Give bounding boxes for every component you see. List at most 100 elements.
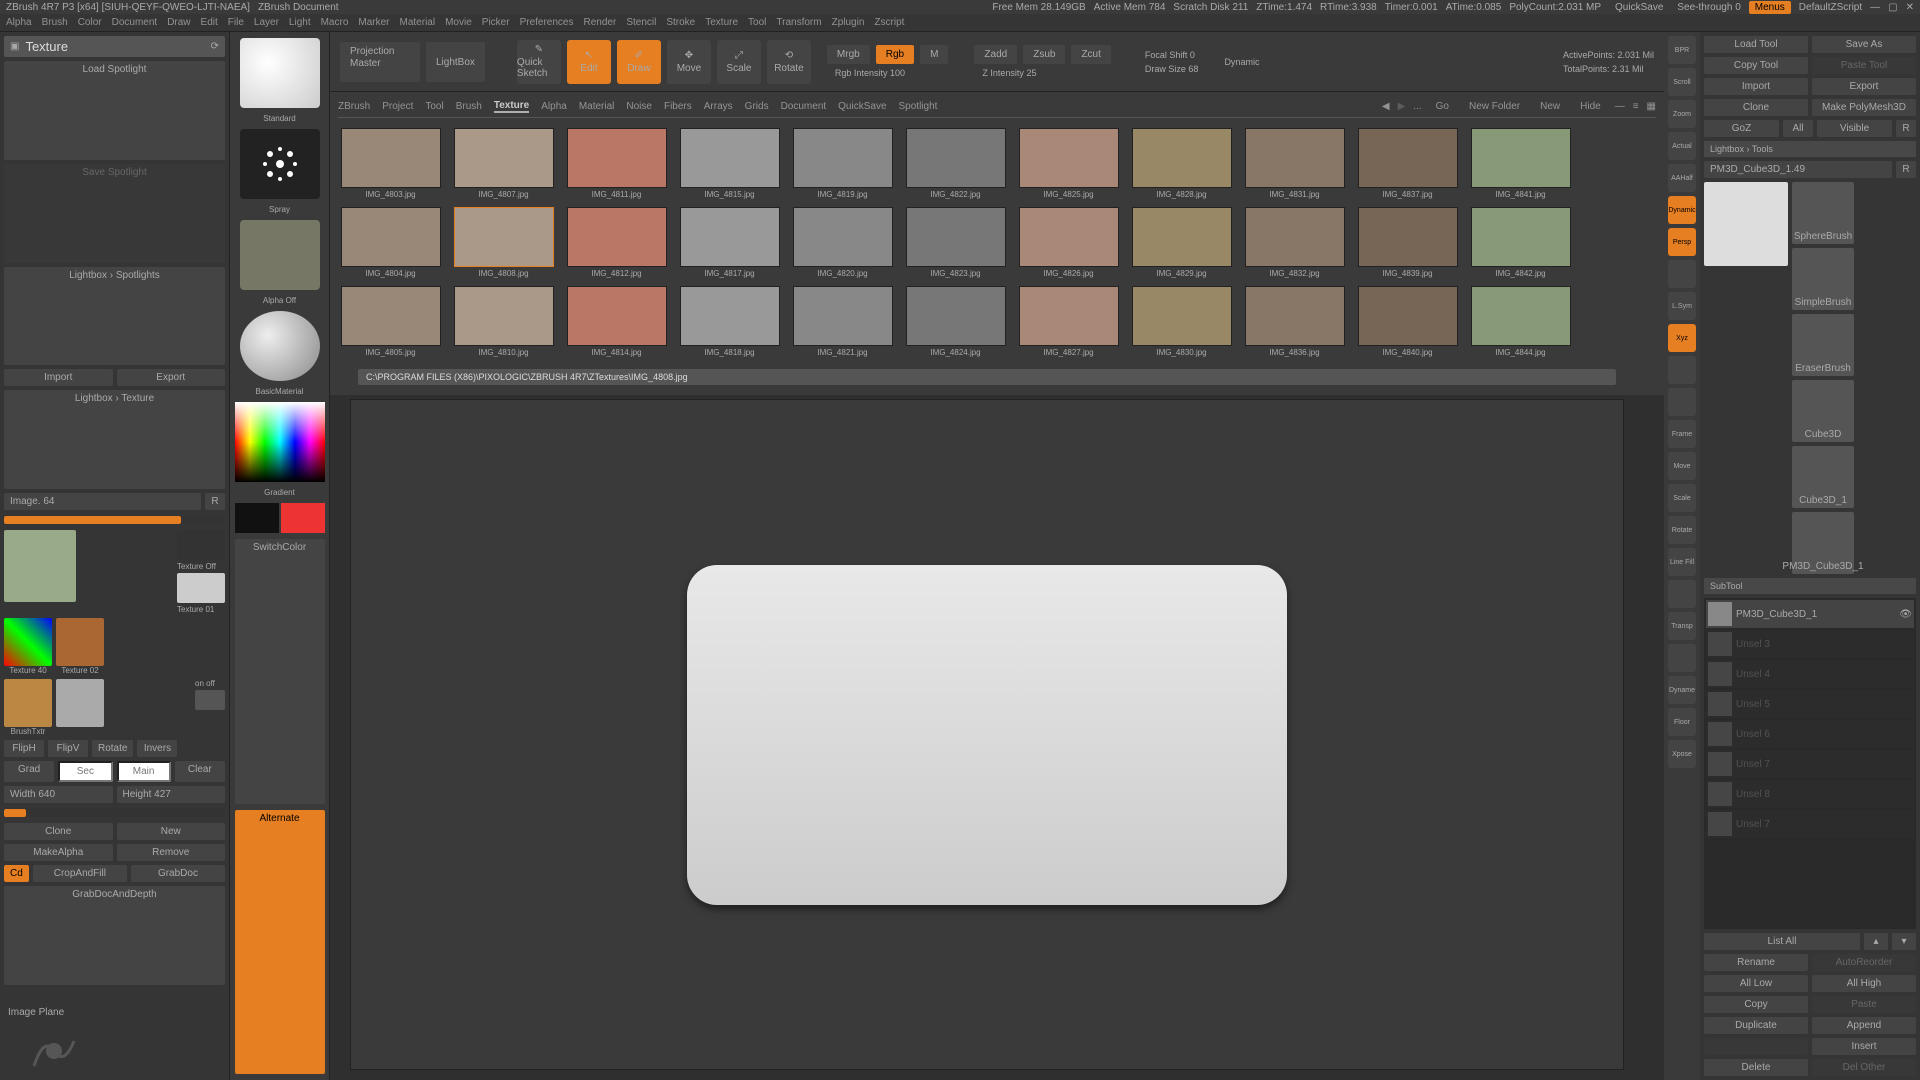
clone-button[interactable]: Clone xyxy=(4,823,113,840)
texture-item[interactable]: IMG_4814.jpg xyxy=(564,286,669,357)
edit-mode-button[interactable]: ↖Edit xyxy=(567,40,611,84)
tool-thumb[interactable]: EraserBrush xyxy=(1792,314,1854,376)
tab-zbrush[interactable]: ZBrush xyxy=(338,101,370,112)
tab-brush[interactable]: Brush xyxy=(456,101,482,112)
main-input[interactable] xyxy=(117,761,171,782)
texture-item[interactable]: IMG_4829.jpg xyxy=(1129,207,1234,278)
import-button[interactable]: Import xyxy=(4,369,113,386)
menu-marker[interactable]: Marker xyxy=(358,17,389,28)
tool-thumb[interactable]: Cube3D xyxy=(1792,380,1854,442)
secondary-color-swatch[interactable] xyxy=(235,503,279,533)
texture-item[interactable]: IMG_4824.jpg xyxy=(903,286,1008,357)
nav-prev-icon[interactable]: ◀ xyxy=(1382,101,1390,112)
texture-item[interactable]: IMG_4808.jpg xyxy=(451,207,556,278)
menu-transform[interactable]: Transform xyxy=(776,17,821,28)
shelf-move[interactable]: Move xyxy=(1668,452,1696,480)
alpha-thumb[interactable] xyxy=(240,220,320,290)
delete-button[interactable]: Delete xyxy=(1704,1059,1808,1076)
texture-item[interactable]: IMG_4825.jpg xyxy=(1016,128,1121,199)
menu-color[interactable]: Color xyxy=(78,17,102,28)
shelf-linefill[interactable]: Line Fill xyxy=(1668,548,1696,576)
subtool-item-active[interactable]: PM3D_Cube3D_1 👁 xyxy=(1706,600,1914,628)
texture-item[interactable]: IMG_4821.jpg xyxy=(790,286,895,357)
texture-item[interactable]: IMG_4839.jpg xyxy=(1355,207,1460,278)
texture-item[interactable]: IMG_4807.jpg xyxy=(451,128,556,199)
quicksketch-button[interactable]: ✎Quick Sketch xyxy=(517,40,561,84)
current-tool-thumb[interactable] xyxy=(1704,182,1788,266)
menu-preferences[interactable]: Preferences xyxy=(520,17,574,28)
material-thumb[interactable] xyxy=(240,311,320,381)
draw-mode-button[interactable]: ✐Draw xyxy=(617,40,661,84)
menu-stencil[interactable]: Stencil xyxy=(626,17,656,28)
menu-movie[interactable]: Movie xyxy=(445,17,472,28)
subtool-slot[interactable]: Unsel 6 xyxy=(1706,720,1914,748)
texture-item[interactable]: IMG_4818.jpg xyxy=(677,286,782,357)
window-maximize-icon[interactable]: ▢ xyxy=(1888,2,1897,13)
menu-material[interactable]: Material xyxy=(400,17,436,28)
tab-material[interactable]: Material xyxy=(579,101,615,112)
tab-arrays[interactable]: Arrays xyxy=(704,101,733,112)
default-zscript[interactable]: DefaultZScript xyxy=(1799,2,1862,13)
newfolder-button[interactable]: New Folder xyxy=(1463,100,1526,113)
subtool-slot[interactable]: Unsel 3 xyxy=(1706,630,1914,658)
rename-button[interactable]: Rename xyxy=(1704,954,1808,971)
stroke-thumb[interactable] xyxy=(240,129,320,199)
texture-item[interactable]: IMG_4812.jpg xyxy=(564,207,669,278)
makealpha-button[interactable]: MakeAlpha xyxy=(4,844,113,861)
brushtxtr-thumb[interactable] xyxy=(4,679,52,727)
shelf-frame[interactable]: Frame xyxy=(1668,420,1696,448)
go-button[interactable]: Go xyxy=(1430,100,1455,113)
texture-item[interactable]: IMG_4819.jpg xyxy=(790,128,895,199)
rotate-button[interactable]: Rotate xyxy=(92,740,133,757)
primary-color-swatch[interactable] xyxy=(281,503,325,533)
menu-draw[interactable]: Draw xyxy=(167,17,190,28)
switchcolor-button[interactable]: SwitchColor xyxy=(235,539,325,804)
duplicate-button[interactable]: Duplicate xyxy=(1704,1017,1808,1034)
rgb-intensity[interactable]: Rgb Intensity 100 xyxy=(835,68,949,78)
texture-item[interactable]: IMG_4805.jpg xyxy=(338,286,443,357)
invers-button[interactable]: Invers xyxy=(137,740,177,757)
lightbox-spotlights-button[interactable]: Lightbox › Spotlights xyxy=(4,267,225,366)
clone-tool-button[interactable]: Clone xyxy=(1704,99,1808,116)
copy-subtool-button[interactable]: Copy xyxy=(1704,996,1808,1013)
shelf-xpose[interactable]: Xpose xyxy=(1668,740,1696,768)
shelf-scroll[interactable]: Scroll xyxy=(1668,68,1696,96)
menu-edit[interactable]: Edit xyxy=(201,17,218,28)
arrow-up-icon[interactable]: ▴ xyxy=(1864,933,1888,950)
close-icon[interactable]: ▣ xyxy=(10,41,19,52)
texture-01-thumb[interactable] xyxy=(177,573,225,603)
quicksave-button[interactable]: QuickSave xyxy=(1609,1,1669,14)
texture-item[interactable]: IMG_4817.jpg xyxy=(677,207,782,278)
menu-brush[interactable]: Brush xyxy=(42,17,68,28)
shelf-rotate[interactable]: Rotate xyxy=(1668,516,1696,544)
zadd-button[interactable]: Zadd xyxy=(974,45,1017,64)
grabdoc-button[interactable]: GrabDoc xyxy=(131,865,225,882)
texture-item[interactable]: IMG_4815.jpg xyxy=(677,128,782,199)
shelf-dyname[interactable]: Dyname xyxy=(1668,676,1696,704)
tab-noise[interactable]: Noise xyxy=(626,101,652,112)
refresh-icon[interactable]: ⟳ xyxy=(211,41,219,52)
menu-file[interactable]: File xyxy=(228,17,244,28)
texture-item[interactable]: IMG_4826.jpg xyxy=(1016,207,1121,278)
menus-toggle[interactable]: Menus xyxy=(1749,1,1791,14)
palette-title[interactable]: ▣ Texture ⟳ xyxy=(4,36,225,57)
subtool-slot[interactable]: Unsel 7 xyxy=(1706,810,1914,838)
all-button[interactable]: All xyxy=(1783,120,1813,137)
zcut-button[interactable]: Zcut xyxy=(1071,45,1110,64)
hide-button[interactable]: Hide xyxy=(1574,100,1607,113)
texture-item[interactable]: IMG_4822.jpg xyxy=(903,128,1008,199)
color-picker[interactable] xyxy=(235,402,325,482)
tab-texture[interactable]: Texture xyxy=(494,100,529,113)
flipv-button[interactable]: FlipV xyxy=(48,740,88,757)
3d-object[interactable] xyxy=(687,565,1287,905)
tab-spotlight[interactable]: Spotlight xyxy=(899,101,938,112)
menu-zplugin[interactable]: Zplugin xyxy=(832,17,865,28)
remove-button[interactable]: Remove xyxy=(117,844,226,861)
menu-document[interactable]: Document xyxy=(112,17,158,28)
size-slider[interactable] xyxy=(4,809,225,817)
lightbox-tools-header[interactable]: Lightbox › Tools xyxy=(1704,141,1916,157)
r-button[interactable]: R xyxy=(205,493,225,510)
shelf-l.sym[interactable]: L.Sym xyxy=(1668,292,1696,320)
texture-item[interactable]: IMG_4837.jpg xyxy=(1355,128,1460,199)
shelf-aahalf[interactable]: AAHalf xyxy=(1668,164,1696,192)
